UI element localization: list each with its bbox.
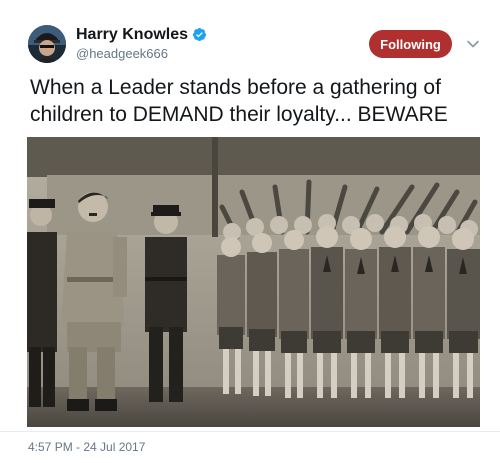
photo-image [27,137,480,427]
verified-badge-icon [192,27,207,42]
chevron-down-icon[interactable] [466,37,480,51]
tweet-photo[interactable] [27,137,480,427]
divider [0,431,500,432]
author-info: Harry Knowles @headgeek666 [76,25,207,62]
author-display-name[interactable]: Harry Knowles [76,25,188,44]
author-name-row[interactable]: Harry Knowles [76,25,207,44]
following-button[interactable]: Following [369,30,452,58]
tweet-text: When a Leader stands before a gathering … [30,76,448,126]
avatar[interactable] [28,25,66,63]
tweet-card: Harry Knowles @headgeek666 Following Whe… [0,0,500,463]
tweet-timestamp[interactable]: 4:57 PM - 24 Jul 2017 [28,440,145,454]
profile-avatar-icon [28,25,66,63]
tweet-header: Harry Knowles @headgeek666 Following [0,0,500,68]
author-handle[interactable]: @headgeek666 [76,45,207,62]
